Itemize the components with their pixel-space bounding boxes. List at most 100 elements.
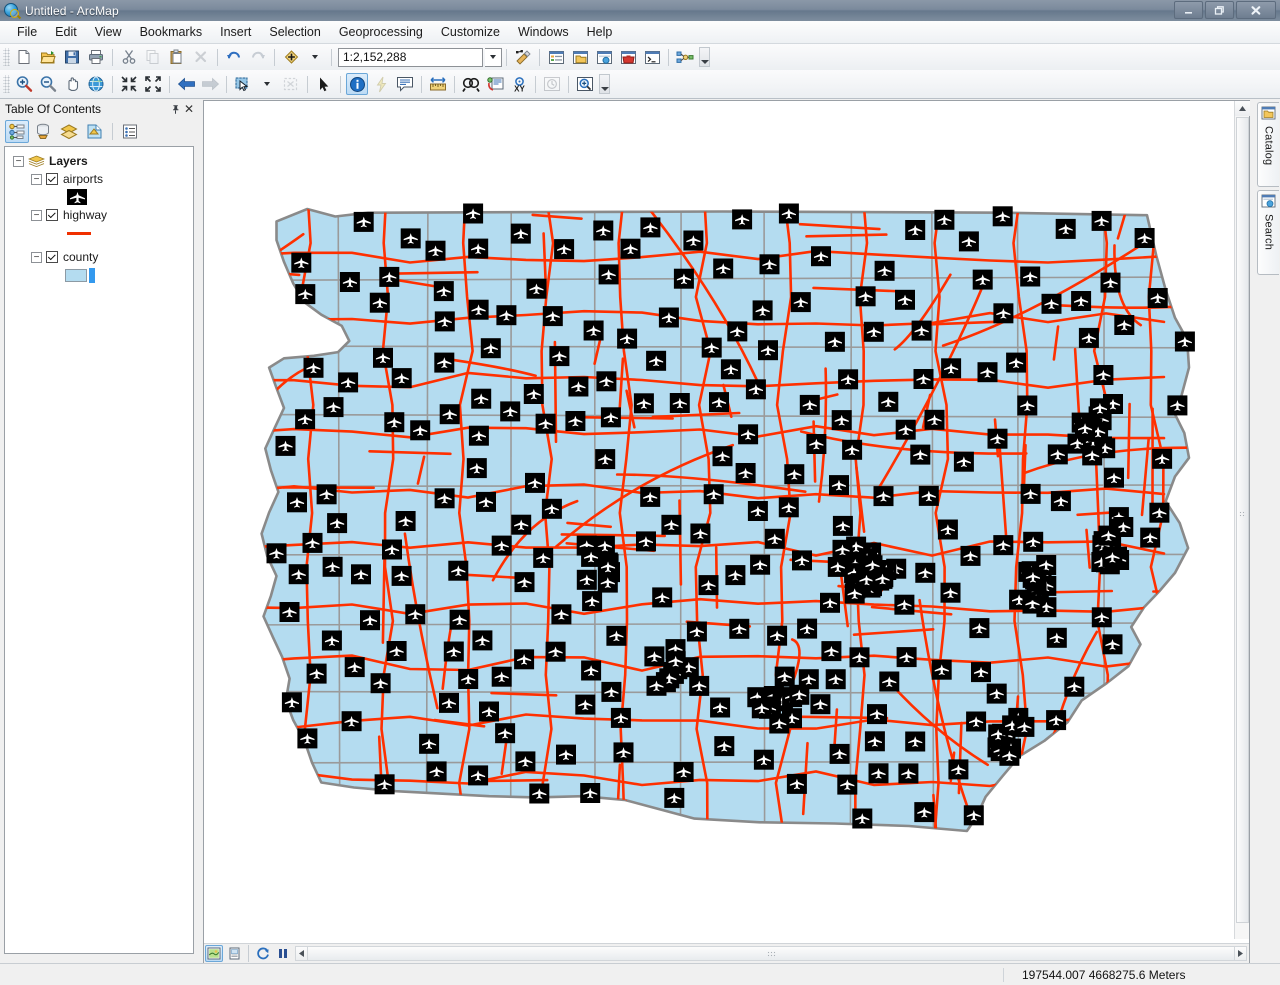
paste-button[interactable] xyxy=(166,46,188,68)
airport-marker[interactable] xyxy=(340,272,360,292)
copy-button[interactable] xyxy=(142,46,164,68)
airport-marker[interactable] xyxy=(536,414,556,434)
airport-marker[interactable] xyxy=(448,561,468,581)
find-route-button[interactable] xyxy=(484,73,506,95)
airport-marker[interactable] xyxy=(492,667,512,687)
airport-marker[interactable] xyxy=(1071,291,1091,311)
identify-button[interactable] xyxy=(346,73,368,95)
airport-marker[interactable] xyxy=(797,619,817,639)
airport-marker[interactable] xyxy=(727,321,747,341)
airport-marker[interactable] xyxy=(601,407,621,427)
airport-marker[interactable] xyxy=(915,563,935,583)
airport-marker[interactable] xyxy=(617,329,637,349)
toolbar-grip[interactable] xyxy=(3,48,10,66)
toc-layer-county-checkbox[interactable] xyxy=(46,251,58,263)
toc-layer-airports[interactable]: − airports xyxy=(5,170,193,188)
airport-marker[interactable] xyxy=(1023,532,1043,552)
airport-marker[interactable] xyxy=(725,565,745,585)
airport-marker[interactable] xyxy=(674,762,694,782)
airport-marker[interactable] xyxy=(646,351,666,371)
airport-marker[interactable] xyxy=(828,557,848,577)
airport-marker[interactable] xyxy=(800,395,820,415)
new-map-button[interactable] xyxy=(13,46,35,68)
airport-marker[interactable] xyxy=(584,321,604,341)
airport-marker[interactable] xyxy=(875,261,895,281)
list-by-selection-button[interactable] xyxy=(83,120,107,143)
toc-root-expander[interactable]: − xyxy=(13,156,24,167)
airport-marker[interactable] xyxy=(549,346,569,366)
airport-marker[interactable] xyxy=(1047,628,1067,648)
map-scale-input[interactable]: 1:2,152,288 xyxy=(338,48,483,67)
go-back-extent-button[interactable] xyxy=(175,73,197,95)
airport-marker[interactable] xyxy=(410,420,430,440)
airport-marker[interactable] xyxy=(527,279,547,299)
airport-marker[interactable] xyxy=(1102,547,1122,567)
airport-marker[interactable] xyxy=(606,626,626,646)
airport-marker[interactable] xyxy=(1014,717,1034,737)
menu-item-customize[interactable]: Customize xyxy=(432,22,509,42)
airport-marker[interactable] xyxy=(307,664,327,684)
airport-marker[interactable] xyxy=(791,292,811,312)
airport-marker[interactable] xyxy=(580,783,600,803)
airport-marker[interactable] xyxy=(869,763,889,783)
airport-marker[interactable] xyxy=(833,516,853,536)
airport-marker[interactable] xyxy=(987,684,1007,704)
toc-options-button[interactable] xyxy=(118,120,142,143)
time-slider-button[interactable] xyxy=(541,73,563,95)
toc-tree[interactable]: − Layers − airports − high xyxy=(4,146,194,954)
airport-marker[interactable] xyxy=(670,393,690,413)
airport-marker[interactable] xyxy=(1092,607,1112,627)
airport-marker[interactable] xyxy=(621,239,641,259)
airport-marker[interactable] xyxy=(1148,288,1168,308)
airport-marker[interactable] xyxy=(1006,353,1026,373)
airport-marker[interactable] xyxy=(323,557,343,577)
toc-layer-county[interactable]: − county xyxy=(5,248,193,266)
airport-marker[interactable] xyxy=(713,259,733,279)
airport-marker[interactable] xyxy=(842,440,862,460)
map-scale-dropdown[interactable] xyxy=(485,48,502,67)
airport-marker[interactable] xyxy=(1114,315,1134,335)
airport-marker[interactable] xyxy=(687,622,707,642)
airport-marker[interactable] xyxy=(905,220,925,240)
airport-marker[interactable] xyxy=(779,204,799,224)
airport-marker[interactable] xyxy=(978,362,998,382)
airport-marker[interactable] xyxy=(895,290,915,310)
airport-marker[interactable] xyxy=(938,520,958,540)
airport-marker[interactable] xyxy=(524,384,544,404)
modelbuilder-button[interactable] xyxy=(674,46,696,68)
iowa-map-graphic[interactable] xyxy=(204,101,1234,939)
airport-marker[interactable] xyxy=(736,463,756,483)
airport-marker[interactable] xyxy=(914,802,934,822)
airport-marker[interactable] xyxy=(806,434,826,454)
airport-marker[interactable] xyxy=(775,667,795,687)
airport-marker[interactable] xyxy=(1101,273,1121,293)
airport-marker[interactable] xyxy=(852,809,872,829)
airport-marker[interactable] xyxy=(435,488,455,508)
list-by-visibility-button[interactable] xyxy=(57,120,81,143)
airport-marker[interactable] xyxy=(317,484,337,504)
delete-button[interactable] xyxy=(190,46,212,68)
cut-button[interactable] xyxy=(118,46,140,68)
airport-marker[interactable] xyxy=(993,303,1013,323)
add-data-dropdown[interactable] xyxy=(304,46,326,68)
airport-marker[interactable] xyxy=(434,353,454,373)
airport-marker[interactable] xyxy=(581,661,601,681)
airport-marker[interactable] xyxy=(1104,468,1124,488)
arctoolbox-button[interactable] xyxy=(617,46,639,68)
airport-marker[interactable] xyxy=(1103,634,1123,654)
airport-marker[interactable] xyxy=(551,604,571,624)
go-next-extent-button[interactable] xyxy=(199,73,221,95)
airport-marker[interactable] xyxy=(1079,328,1099,348)
airport-marker[interactable] xyxy=(644,646,664,666)
airport-marker[interactable] xyxy=(568,377,588,397)
airport-marker[interactable] xyxy=(439,693,459,713)
toc-layer-highway-expander[interactable]: − xyxy=(31,210,42,221)
pause-drawing-button[interactable] xyxy=(274,945,292,962)
airport-marker[interactable] xyxy=(596,371,616,391)
menu-item-file[interactable]: File xyxy=(8,22,46,42)
airport-marker[interactable] xyxy=(476,492,496,512)
toc-symbol-county[interactable] xyxy=(5,266,193,284)
table-of-contents-button[interactable] xyxy=(545,46,567,68)
airport-marker[interactable] xyxy=(472,630,492,650)
airport-marker[interactable] xyxy=(1064,677,1084,697)
